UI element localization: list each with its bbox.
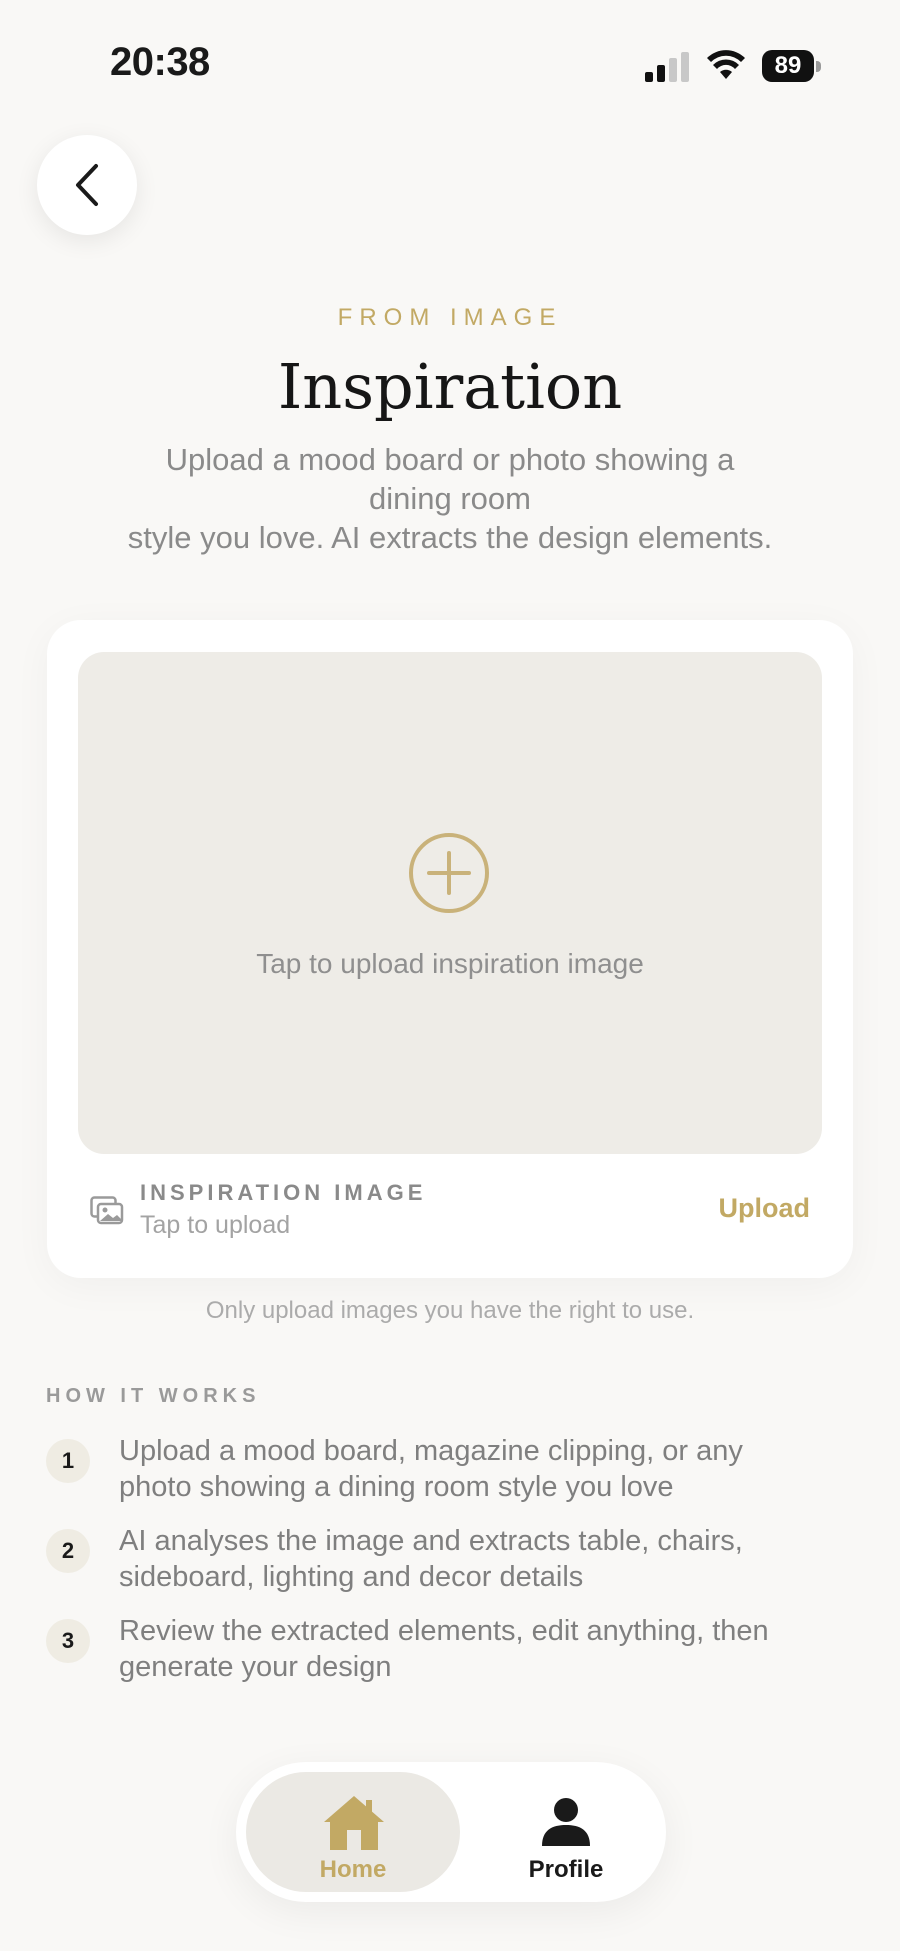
signal-icon xyxy=(645,52,689,82)
page-title: Inspiration xyxy=(277,350,623,423)
step-number: 1 xyxy=(46,1439,90,1483)
subtitle-line-1: Upload a mood board or photo showing a xyxy=(165,442,735,477)
inspiration-image-label: INSPIRATION IMAGE xyxy=(140,1180,427,1205)
upload-button[interactable]: Upload xyxy=(719,1193,811,1224)
nav-profile-tab[interactable]: Profile xyxy=(476,1772,656,1892)
step-line: photo showing a dining room style you lo… xyxy=(119,1471,674,1503)
image-icon xyxy=(90,1196,124,1225)
back-button[interactable] xyxy=(37,135,137,235)
plus-circle-icon xyxy=(409,833,489,913)
step-line: Upload a mood board, magazine clipping, … xyxy=(119,1435,743,1467)
nav-home-label: Home xyxy=(319,1856,387,1883)
status-time: 20:38 xyxy=(110,40,210,84)
how-step: 1 Upload a mood board, magazine clipping… xyxy=(46,1433,846,1513)
step-number: 2 xyxy=(46,1529,90,1573)
drop-zone-label: Tap to upload inspiration image xyxy=(256,948,644,979)
step-line: AI analyses the image and extracts table… xyxy=(119,1525,743,1557)
home-icon xyxy=(324,1796,384,1850)
person-icon xyxy=(542,1798,590,1846)
upload-card: Tap to upload inspiration image INSPIRAT… xyxy=(47,620,853,1278)
step-line: Review the extracted elements, edit anyt… xyxy=(119,1615,769,1647)
rights-disclaimer: Only upload images you have the right to… xyxy=(205,1297,695,1324)
upload-drop-zone[interactable]: Tap to upload inspiration image xyxy=(78,652,822,1154)
subtitle-line-3: style you love. AI extracts the design e… xyxy=(127,520,773,555)
how-step: 3 Review the extracted elements, edit an… xyxy=(46,1613,846,1693)
wifi-icon xyxy=(707,50,745,79)
bottom-nav: Home Profile xyxy=(236,1762,666,1902)
back-chevron-icon xyxy=(76,164,98,206)
battery-icon: 89 xyxy=(762,50,822,82)
nav-profile-label: Profile xyxy=(528,1856,604,1883)
step-number: 3 xyxy=(46,1619,90,1663)
battery-level: 89 xyxy=(762,50,814,82)
page-subtitle: Upload a mood board or photo showing a d… xyxy=(100,440,800,557)
page-eyebrow: FROM IMAGE xyxy=(337,304,563,331)
step-line: generate your design xyxy=(119,1651,392,1683)
step-line: sideboard, lighting and decor details xyxy=(119,1561,584,1593)
step-text: AI analyses the image and extracts table… xyxy=(119,1523,849,1595)
how-step: 2 AI analyses the image and extracts tab… xyxy=(46,1523,846,1603)
inspiration-image-sublabel: Tap to upload xyxy=(140,1211,291,1239)
step-text: Review the extracted elements, edit anyt… xyxy=(119,1613,849,1685)
subtitle-line-2: dining room xyxy=(369,481,531,516)
step-text: Upload a mood board, magazine clipping, … xyxy=(119,1433,849,1505)
how-it-works-heading: HOW IT WORKS xyxy=(46,1385,261,1407)
nav-home-tab[interactable]: Home xyxy=(246,1772,460,1892)
